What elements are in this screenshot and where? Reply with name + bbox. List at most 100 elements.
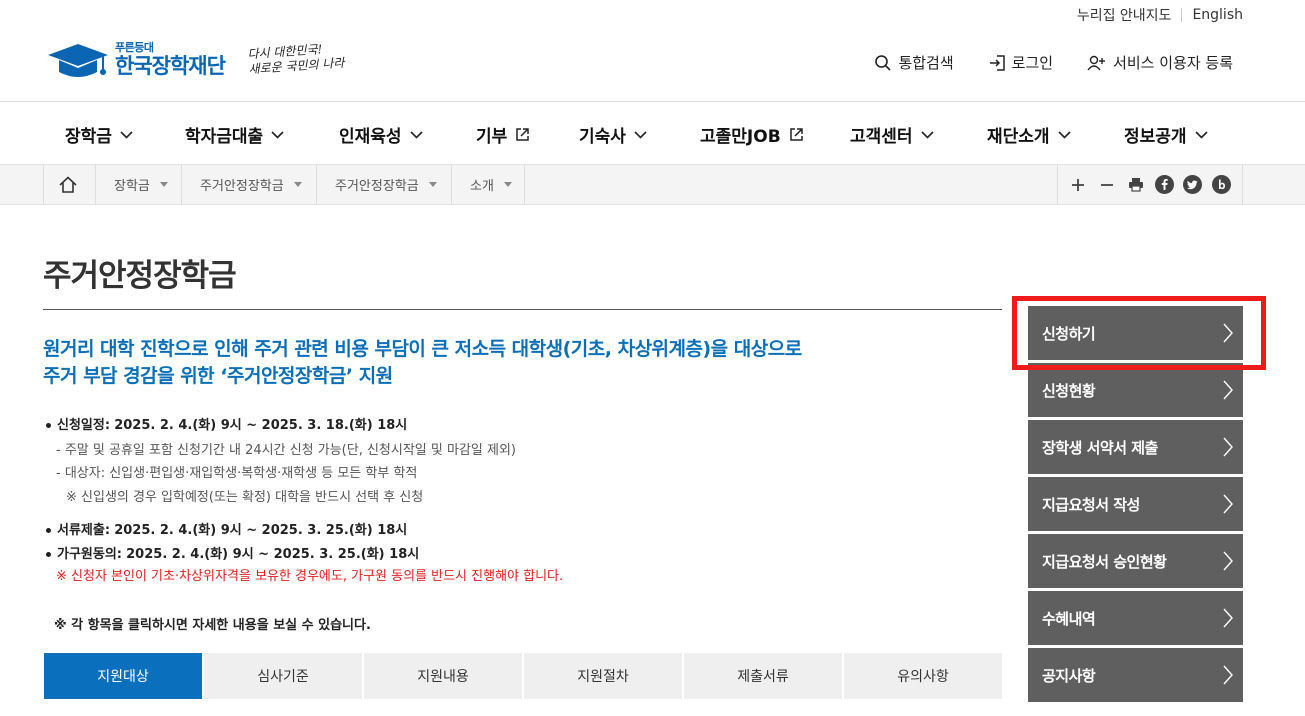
side-item-label: 공지사항 [1042, 666, 1096, 685]
chevron-down-icon [120, 130, 133, 139]
tab-cautions[interactable]: 유의사항 [844, 653, 1002, 699]
side-item-status[interactable]: 신청현황 [1028, 363, 1243, 417]
nav-dormitory[interactable]: 기숙사 [579, 122, 647, 147]
side-item-label: 수혜내역 [1042, 609, 1096, 628]
chevron-right-icon [1223, 494, 1233, 514]
sitemap-link[interactable]: 누리집 안내지도 [1077, 5, 1172, 25]
docs-label: 서류제출: [57, 523, 111, 538]
side-item-label: 지급요청서 작성 [1042, 495, 1140, 514]
user-add-icon [1087, 55, 1106, 70]
breadcrumb-label: 소개 [470, 179, 494, 194]
page-tools [1057, 165, 1243, 204]
nav-label: 재단소개 [987, 127, 1050, 147]
nav-highschool-job[interactable]: 고졸만JOB [700, 122, 804, 147]
click-notice: ※ 각 항목을 클릭하시면 자세한 내용을 보실 수 있습니다. [54, 618, 371, 633]
external-link-icon [516, 128, 530, 141]
nav-label: 기숙사 [579, 127, 626, 147]
caret-down-icon [503, 182, 512, 187]
chevron-right-icon [1223, 380, 1233, 400]
apply-value: 2025. 2. 4.(화) 9시 ~ 2025. 3. 18.(화) 18시 [114, 418, 408, 433]
nav-donation[interactable]: 기부 [476, 122, 530, 147]
side-item-benefits[interactable]: 수혜내역 [1028, 591, 1243, 645]
site-logo[interactable]: 푸른등대 한국장학재단 [47, 42, 226, 82]
side-item-payment-request[interactable]: 지급요청서 작성 [1028, 477, 1243, 531]
nav-label: 기부 [476, 127, 508, 147]
register-button[interactable]: 서비스 이용자 등록 [1087, 52, 1233, 73]
zoom-out-button[interactable] [1096, 174, 1118, 196]
main-nav: 장학금 학자금대출 인재육성 기부 기숙사 고졸만JOB 고객센터 재단소개 정… [0, 102, 1305, 164]
blog-icon [1212, 175, 1232, 194]
side-item-apply[interactable]: 신청하기 [1028, 306, 1243, 360]
chevron-right-icon [1223, 608, 1233, 628]
lead-line-1: 원거리 대학 진학으로 인해 주거 관련 비용 부담이 큰 저소득 대학생(기초… [43, 338, 802, 360]
nav-label: 고객센터 [850, 127, 913, 147]
side-item-label: 신청현황 [1042, 381, 1096, 400]
docs-schedule: 서류제출: 2025. 2. 4.(화) 9시 ~ 2025. 3. 25.(화… [46, 519, 407, 538]
blog-share-button[interactable] [1211, 174, 1233, 196]
side-nav: 신청하기 신청현황 장학생 서약서 제출 지급요청서 작성 지급요청서 승인현황… [1028, 306, 1243, 705]
header-actions: 통합검색 로그인 서비스 이용자 등록 [840, 52, 1233, 73]
login-button[interactable]: 로그인 [988, 52, 1053, 73]
logo-title: 한국장학재단 [115, 54, 226, 78]
nav-talent[interactable]: 인재육성 [339, 122, 423, 147]
chevron-right-icon [1223, 665, 1233, 685]
chevron-down-icon [271, 130, 284, 139]
side-item-payment-approval[interactable]: 지급요청서 승인현황 [1028, 534, 1243, 588]
family-schedule: 가구원동의: 2025. 2. 4.(화) 9시 ~ 2025. 3. 25.(… [46, 543, 419, 562]
search-button[interactable]: 통합검색 [874, 52, 954, 73]
plus-icon [1072, 178, 1085, 191]
zoom-in-button[interactable] [1067, 174, 1089, 196]
side-item-pledge[interactable]: 장학생 서약서 제출 [1028, 420, 1243, 474]
breadcrumb-item[interactable]: 소개 [451, 165, 525, 204]
tab-support[interactable]: 지원내용 [364, 653, 522, 699]
chevron-down-icon [634, 130, 647, 139]
tab-target[interactable]: 지원대상 [44, 653, 202, 699]
nav-label: 인재육성 [339, 127, 402, 147]
bullet [46, 552, 51, 557]
register-label: 서비스 이용자 등록 [1113, 54, 1233, 72]
breadcrumb-label: 주거안정장학금 [200, 179, 284, 194]
graduation-cap-icon [48, 44, 108, 77]
side-item-notices[interactable]: 공지사항 [1028, 648, 1243, 702]
title-divider [43, 309, 1002, 310]
caret-down-icon [428, 182, 437, 187]
side-item-label: 지급요청서 승인현황 [1042, 552, 1167, 571]
login-label: 로그인 [1011, 54, 1054, 72]
breadcrumb-item[interactable]: 주거안정장학금 [181, 165, 316, 204]
print-icon [1128, 178, 1143, 192]
nav-disclosure[interactable]: 정보공개 [1124, 122, 1208, 147]
breadcrumb-label: 주거안정장학금 [335, 179, 419, 194]
side-item-label: 장학생 서약서 제출 [1042, 438, 1158, 457]
chevron-down-icon [1057, 130, 1071, 139]
bullet [46, 528, 51, 533]
nav-about[interactable]: 재단소개 [987, 122, 1071, 147]
caret-down-icon [159, 182, 168, 187]
apply-note-2: - 대상자: 신입생·편입생·재입학생·복학생·재학생 등 모든 학부 학적 [56, 466, 418, 481]
family-label: 가구원동의: [57, 547, 122, 562]
bullet [46, 423, 51, 428]
twitter-icon [1183, 175, 1203, 194]
apply-note-3: ※ 신입생의 경우 입학예정(또는 확정) 대학을 반드시 선택 후 신청 [66, 490, 424, 505]
breadcrumb-item[interactable]: 장학금 [95, 165, 181, 204]
tab-criteria[interactable]: 심사기준 [204, 653, 362, 699]
caret-down-icon [293, 182, 302, 187]
twitter-share-button[interactable] [1182, 174, 1204, 196]
divider [1181, 8, 1183, 22]
nav-label: 정보공개 [1124, 127, 1187, 147]
english-link[interactable]: English [1192, 7, 1243, 23]
breadcrumb-item[interactable]: 주거안정장학금 [316, 165, 451, 204]
apply-schedule: 신청일정: 2025. 2. 4.(화) 9시 ~ 2025. 3. 18.(화… [46, 414, 407, 433]
search-icon [875, 54, 892, 71]
search-label: 통합검색 [898, 54, 954, 72]
home-button[interactable] [43, 165, 95, 204]
nav-customer-center[interactable]: 고객센터 [850, 122, 934, 147]
nav-loan[interactable]: 학자금대출 [185, 122, 284, 147]
tab-procedure[interactable]: 지원절차 [524, 653, 682, 699]
nav-scholarship[interactable]: 장학금 [65, 122, 133, 147]
facebook-share-button[interactable] [1153, 174, 1175, 196]
nav-label: 고졸만JOB [700, 127, 781, 147]
print-button[interactable] [1125, 174, 1147, 196]
tab-documents[interactable]: 제출서류 [684, 653, 842, 699]
lead-line-2: 주거 부담 경감을 위한 ‘주거안정장학금’ 지원 [43, 365, 393, 387]
utility-links: 누리집 안내지도 English [1077, 5, 1243, 25]
